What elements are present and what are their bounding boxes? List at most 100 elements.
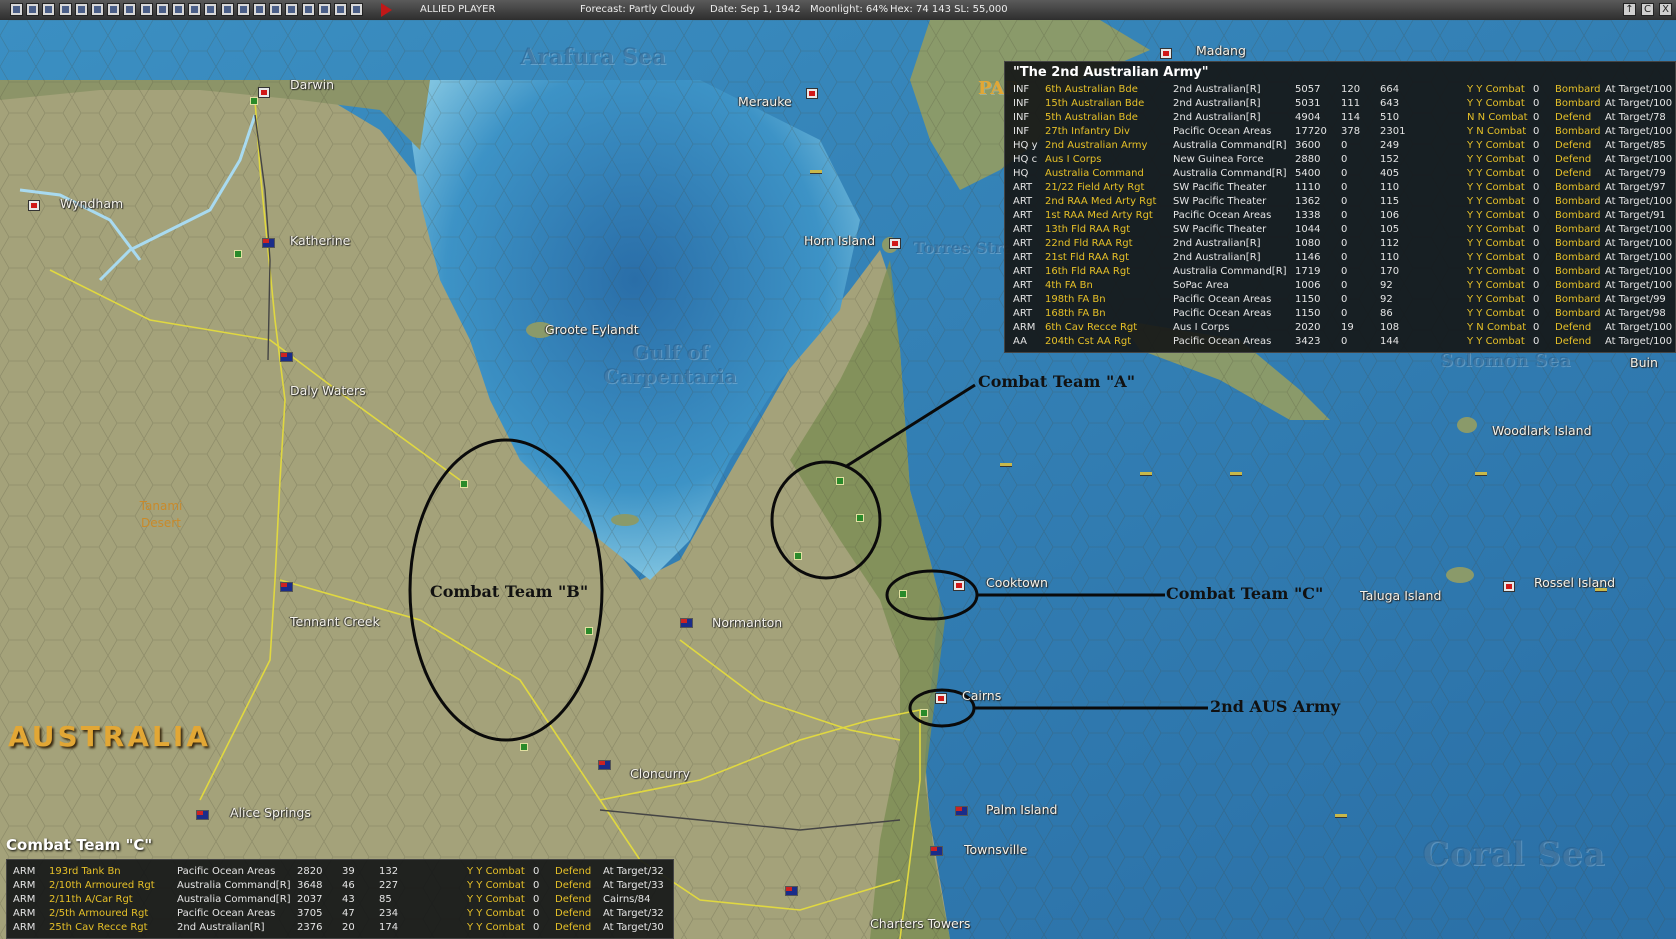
aus-flag-icon[interactable] xyxy=(680,618,693,628)
toolbar-tool-icon[interactable] xyxy=(42,3,56,16)
toolbar-tool-icon[interactable] xyxy=(74,3,88,16)
unit-target: At Target/98 xyxy=(1605,308,1666,319)
unit-row[interactable]: ART 198th FA Bn Pacific Ocean Areas 1150 0 92… xyxy=(1005,293,1675,307)
toolbar-tool-icon[interactable] xyxy=(253,3,266,16)
unit-row[interactable]: ARM 2/5th Armoured Rgt Pacific Ocean Areas… xyxy=(7,907,673,921)
ship-icon[interactable] xyxy=(1000,463,1012,467)
unit-row[interactable]: ARM 25th Cav Recce Rgt 2nd Australian[R] 23… xyxy=(7,921,673,935)
toolbar-tool-icon[interactable] xyxy=(123,3,137,16)
toolbar-c-button[interactable]: C xyxy=(1641,3,1654,16)
place-katherine: Katherine xyxy=(290,233,351,248)
toolbar-tool-icon[interactable] xyxy=(139,3,153,16)
unit-row[interactable]: ART 21/22 Field Arty Rgt SW Pacific Theate… xyxy=(1005,181,1675,195)
unit-orders: Defend xyxy=(555,922,592,933)
end-turn-play-icon[interactable] xyxy=(381,3,392,17)
toolbar-tool-icon[interactable] xyxy=(220,3,234,16)
toolbar-tool-icon[interactable] xyxy=(155,3,169,16)
unit-men: 1338 xyxy=(1295,210,1321,221)
ship-icon[interactable] xyxy=(1335,814,1347,818)
toolbar-tool-icon[interactable] xyxy=(91,3,104,16)
unit-icon[interactable] xyxy=(836,477,844,485)
unit-row[interactable]: ART 22nd Fld RAA Rgt 2nd Australian[R] 1080… xyxy=(1005,237,1675,251)
place-taluga-island: Taluga Island xyxy=(1360,588,1442,603)
aus-flag-icon[interactable] xyxy=(955,806,968,816)
toolbar-tool-icon[interactable] xyxy=(58,3,72,16)
unit-icon[interactable] xyxy=(585,627,593,635)
ship-icon[interactable] xyxy=(1140,472,1152,476)
unit-row[interactable]: ART 4th FA Bn SoPac Area 1006 0 92 Y Y Combat 0… xyxy=(1005,279,1675,293)
aus-flag-icon[interactable] xyxy=(196,810,209,820)
unit-guns: 106 xyxy=(1380,210,1400,221)
unit-icon[interactable] xyxy=(460,480,468,488)
base-icon[interactable] xyxy=(953,580,965,591)
unit-row[interactable]: ART 21st Fld RAA Rgt 2nd Australian[R] 1146… xyxy=(1005,251,1675,265)
unit-icon[interactable] xyxy=(920,709,928,717)
toolbar-tool-icon[interactable] xyxy=(10,3,23,16)
unit-row[interactable]: INF 15th Australian Bde 2nd Australian[R] 5… xyxy=(1005,97,1675,111)
unit-row[interactable]: ART 13th Fld RAA Rgt SW Pacific Theater 104… xyxy=(1005,223,1675,237)
base-icon[interactable] xyxy=(258,87,270,98)
unit-mode: Y Y Combat xyxy=(1467,168,1525,179)
base-icon[interactable] xyxy=(889,238,901,249)
base-icon[interactable] xyxy=(28,200,40,211)
unit-type: INF xyxy=(1013,112,1030,123)
aus-flag-icon[interactable] xyxy=(262,238,275,248)
toolbar-tool-icon[interactable] xyxy=(269,3,283,16)
toolbar-up-button[interactable]: ↑ xyxy=(1623,3,1636,16)
base-icon[interactable] xyxy=(806,88,818,99)
unit-fatigue: 0 xyxy=(1533,140,1540,151)
unit-row[interactable]: HQ Australia Command Australia Command[R] 5… xyxy=(1005,167,1675,181)
base-icon[interactable] xyxy=(1503,581,1515,592)
unit-row[interactable]: HQ c Aus I Corps New Guinea Force 2880 0 152 Y… xyxy=(1005,153,1675,167)
toolbar-tool-icon[interactable] xyxy=(350,3,364,16)
toolbar-tool-icon[interactable] xyxy=(285,3,299,16)
toolbar-tool-icon[interactable] xyxy=(301,3,315,16)
unit-orders: Defend xyxy=(1555,336,1592,347)
unit-mode: Y Y Combat xyxy=(1467,336,1525,347)
aus-flag-icon[interactable] xyxy=(598,760,611,770)
aus-flag-icon[interactable] xyxy=(785,886,798,896)
toolbar-close-button[interactable]: X xyxy=(1659,3,1672,16)
unit-row[interactable]: ART 168th FA Bn Pacific Ocean Areas 1150 0 86… xyxy=(1005,307,1675,321)
unit-icon[interactable] xyxy=(520,743,528,751)
toolbar-tool-icon[interactable] xyxy=(107,3,121,16)
aus-flag-icon[interactable] xyxy=(280,582,293,592)
unit-row[interactable]: ARM 193rd Tank Bn Pacific Ocean Areas 2820 3… xyxy=(7,865,673,879)
unit-icon[interactable] xyxy=(856,514,864,522)
unit-row[interactable]: ARM 2/11th A/Car Rgt Australia Command[R] 2… xyxy=(7,893,673,907)
unit-row[interactable]: ART 2nd RAA Med Arty Rgt SW Pacific Theate… xyxy=(1005,195,1675,209)
unit-row[interactable]: INF 6th Australian Bde 2nd Australian[R] 50… xyxy=(1005,83,1675,97)
toolbar-tool-icon[interactable] xyxy=(26,3,40,16)
unit-row[interactable]: ART 1st RAA Med Arty Rgt Pacific Ocean Are… xyxy=(1005,209,1675,223)
unit-row[interactable]: AA 204th Cst AA Rgt Pacific Ocean Areas 342… xyxy=(1005,335,1675,349)
toolbar-tool-icon[interactable] xyxy=(236,3,250,16)
unit-men: 1362 xyxy=(1295,196,1321,207)
unit-row[interactable]: INF 27th Infantry Div Pacific Ocean Areas 1… xyxy=(1005,125,1675,139)
unit-row[interactable]: ARM 2/10th Armoured Rgt Australia Command[… xyxy=(7,879,673,893)
toolbar-tool-icon[interactable] xyxy=(204,3,218,16)
ship-icon[interactable] xyxy=(1230,472,1242,476)
base-icon[interactable] xyxy=(935,693,947,704)
toolbar-tool-icon[interactable] xyxy=(334,3,347,16)
unit-afv: 20 xyxy=(342,922,355,933)
ship-icon[interactable] xyxy=(1595,588,1607,592)
unit-icon[interactable] xyxy=(234,250,242,258)
toolbar-tool-icon[interactable] xyxy=(188,3,202,16)
toolbar-tool-icon[interactable] xyxy=(317,3,331,16)
toolbar-tool-icon[interactable] xyxy=(172,3,185,16)
unit-row[interactable]: INF 5th Australian Bde 2nd Australian[R] 49… xyxy=(1005,111,1675,125)
unit-row[interactable]: ART 16th Fld RAA Rgt Australia Command[R] 1… xyxy=(1005,265,1675,279)
ship-icon[interactable] xyxy=(1475,472,1487,476)
unit-guns: 234 xyxy=(379,908,399,919)
aus-flag-icon[interactable] xyxy=(930,846,943,856)
unit-icon[interactable] xyxy=(250,97,258,105)
base-icon[interactable] xyxy=(1160,48,1172,59)
aus-flag-icon[interactable] xyxy=(280,352,293,362)
unit-men: 1150 xyxy=(1295,294,1321,305)
unit-hq: 2nd Australian[R] xyxy=(1173,98,1261,109)
unit-icon[interactable] xyxy=(794,552,802,560)
unit-icon[interactable] xyxy=(899,590,907,598)
unit-row[interactable]: HQ y 2nd Australian Army Australia Command… xyxy=(1005,139,1675,153)
ship-icon[interactable] xyxy=(810,170,822,174)
unit-row[interactable]: ARM 6th Cav Recce Rgt Aus I Corps 2020 19 108… xyxy=(1005,321,1675,335)
